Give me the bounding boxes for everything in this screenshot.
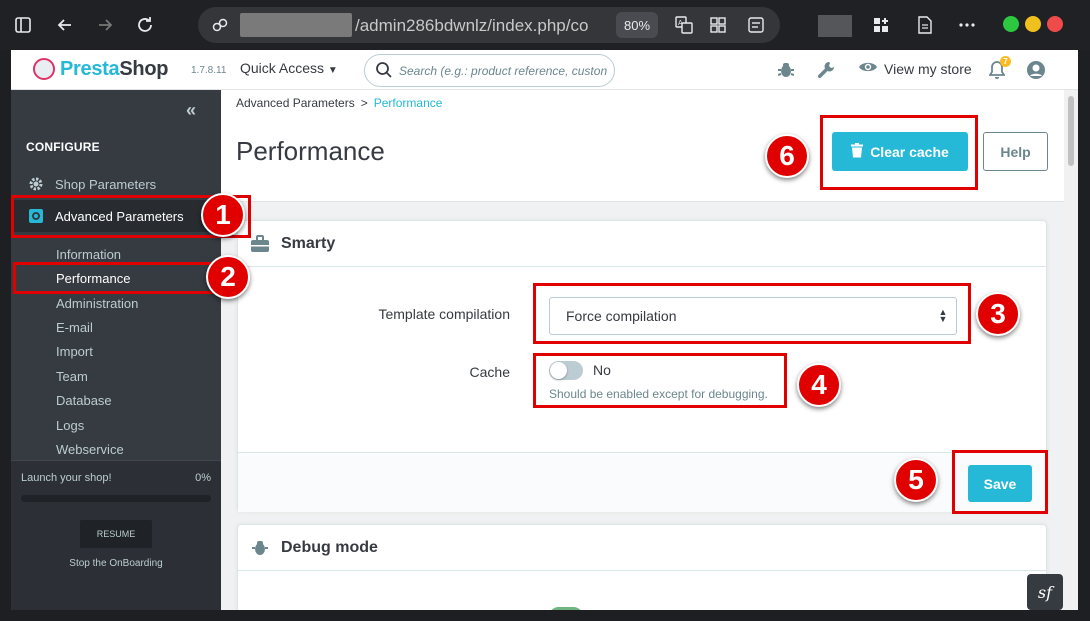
sidebar-sub-information[interactable]: Information <box>56 247 121 262</box>
sidebar-sub-import[interactable]: Import <box>56 344 93 359</box>
onboarding-panel: Launch your shop! 0% RESUME Stop the OnB… <box>11 460 221 610</box>
search-icon <box>375 61 395 81</box>
highlight-cache <box>533 353 787 408</box>
zoom-indicator[interactable]: 80% <box>616 12 658 38</box>
annotation-2: 2 <box>206 255 250 299</box>
annotation-3: 3 <box>976 292 1020 336</box>
quick-access-dropdown[interactable]: Quick Access ▼ <box>240 60 338 76</box>
page-scrollbar[interactable] <box>1064 90 1078 610</box>
sidebar-sub-database[interactable]: Database <box>56 393 112 408</box>
apps-icon[interactable] <box>706 13 730 37</box>
sidebar-sub-team[interactable]: Team <box>56 369 88 384</box>
sidebar-sub-webservice[interactable]: Webservice <box>56 442 124 457</box>
forward-icon[interactable] <box>90 10 120 40</box>
debug-mode-card: Debug mode <box>237 524 1047 610</box>
annotation-6: 6 <box>765 134 809 178</box>
annotation-1: 1 <box>201 193 245 237</box>
sidebar-nav: « CONFIGURE Shop Parameters Advanced Par… <box>11 90 221 610</box>
annotation-4: 4 <box>797 363 841 407</box>
onboarding-label: Launch your shop! <box>21 472 112 484</box>
resume-button[interactable]: RESUME <box>80 520 152 548</box>
debug-card-title: Debug mode <box>281 538 378 556</box>
site-info-icon[interactable] <box>208 13 232 37</box>
logo-text[interactable]: PrestaShop <box>60 58 168 81</box>
sidebar-sub-administration[interactable]: Administration <box>56 296 138 311</box>
sidebar-sub-logs[interactable]: Logs <box>56 418 84 433</box>
debug-bug-icon[interactable] <box>775 59 797 81</box>
highlight-template-compilation <box>533 283 971 344</box>
breadcrumb-current: Performance <box>373 96 443 110</box>
prestashop-logo-icon[interactable] <box>33 58 55 80</box>
close-window-button[interactable] <box>1047 16 1063 32</box>
translate-icon[interactable]: A <box>672 13 696 37</box>
version-label: 1.7.8.11 <box>191 65 227 76</box>
smarty-card-header: Smarty <box>238 221 1046 267</box>
highlight-clear-cache <box>820 115 978 190</box>
sidebar-section-configure: CONFIGURE <box>26 140 100 154</box>
notification-count-badge: 7 <box>1000 56 1011 67</box>
account-avatar-icon[interactable] <box>1025 59 1047 81</box>
debug-card-header: Debug mode <box>238 525 1046 571</box>
toolbox-icon <box>249 233 271 255</box>
browser-toolbar: /admin286bdwnlz/index.php/co 80% A <box>0 0 1090 50</box>
smarty-card-title: Smarty <box>281 234 336 252</box>
more-menu-icon[interactable] <box>952 10 982 40</box>
address-bar[interactable]: /admin286bdwnlz/index.php/co 80% A <box>198 7 780 43</box>
admin-header: PrestaShop 1.7.8.11 Quick Access ▼ View … <box>11 50 1078 90</box>
url-text: /admin286bdwnlz/index.php/co <box>355 16 589 35</box>
reload-icon[interactable] <box>130 10 160 40</box>
sidebar-sub-email[interactable]: E-mail <box>56 320 93 335</box>
template-compilation-label: Template compilation <box>378 306 510 322</box>
collapse-sidebar-icon[interactable]: « <box>186 100 196 121</box>
stop-onboarding-link[interactable]: Stop the OnBoarding <box>11 558 221 569</box>
highlight-save <box>952 450 1048 514</box>
sidebar-toggle-icon[interactable] <box>8 10 38 40</box>
url-redacted <box>240 13 352 37</box>
back-icon[interactable] <box>50 10 80 40</box>
eye-icon <box>858 60 878 77</box>
page-icon[interactable] <box>910 10 940 40</box>
reader-mode-icon[interactable] <box>744 13 768 37</box>
minimize-button[interactable] <box>1025 16 1041 32</box>
gear-icon <box>27 175 45 193</box>
breadcrumb-parent[interactable]: Advanced Parameters <box>236 96 355 110</box>
caret-down-icon: ▼ <box>327 65 338 76</box>
search-input[interactable] <box>397 59 609 83</box>
profile-redacted <box>818 15 852 37</box>
search-box[interactable] <box>364 54 615 87</box>
symfony-profiler-icon[interactable]: sf <box>1027 574 1063 610</box>
view-store-link[interactable]: View my store <box>858 60 972 77</box>
extensions-icon[interactable] <box>866 10 896 40</box>
debug-toggle[interactable] <box>549 607 583 610</box>
cache-label: Cache <box>469 364 510 380</box>
onboarding-progress-bar <box>21 495 211 502</box>
breadcrumb: Advanced Parameters > Performance <box>236 96 443 110</box>
highlight-performance <box>13 262 220 294</box>
maintenance-wrench-icon[interactable] <box>815 59 837 81</box>
bug-icon <box>249 537 271 559</box>
scrollbar-thumb[interactable] <box>1068 96 1074 166</box>
annotation-5: 5 <box>894 458 938 502</box>
help-button[interactable]: Help <box>983 132 1048 171</box>
maximize-button[interactable] <box>1003 16 1019 32</box>
page-title: Performance <box>236 136 385 166</box>
onboarding-percent: 0% <box>195 472 211 484</box>
